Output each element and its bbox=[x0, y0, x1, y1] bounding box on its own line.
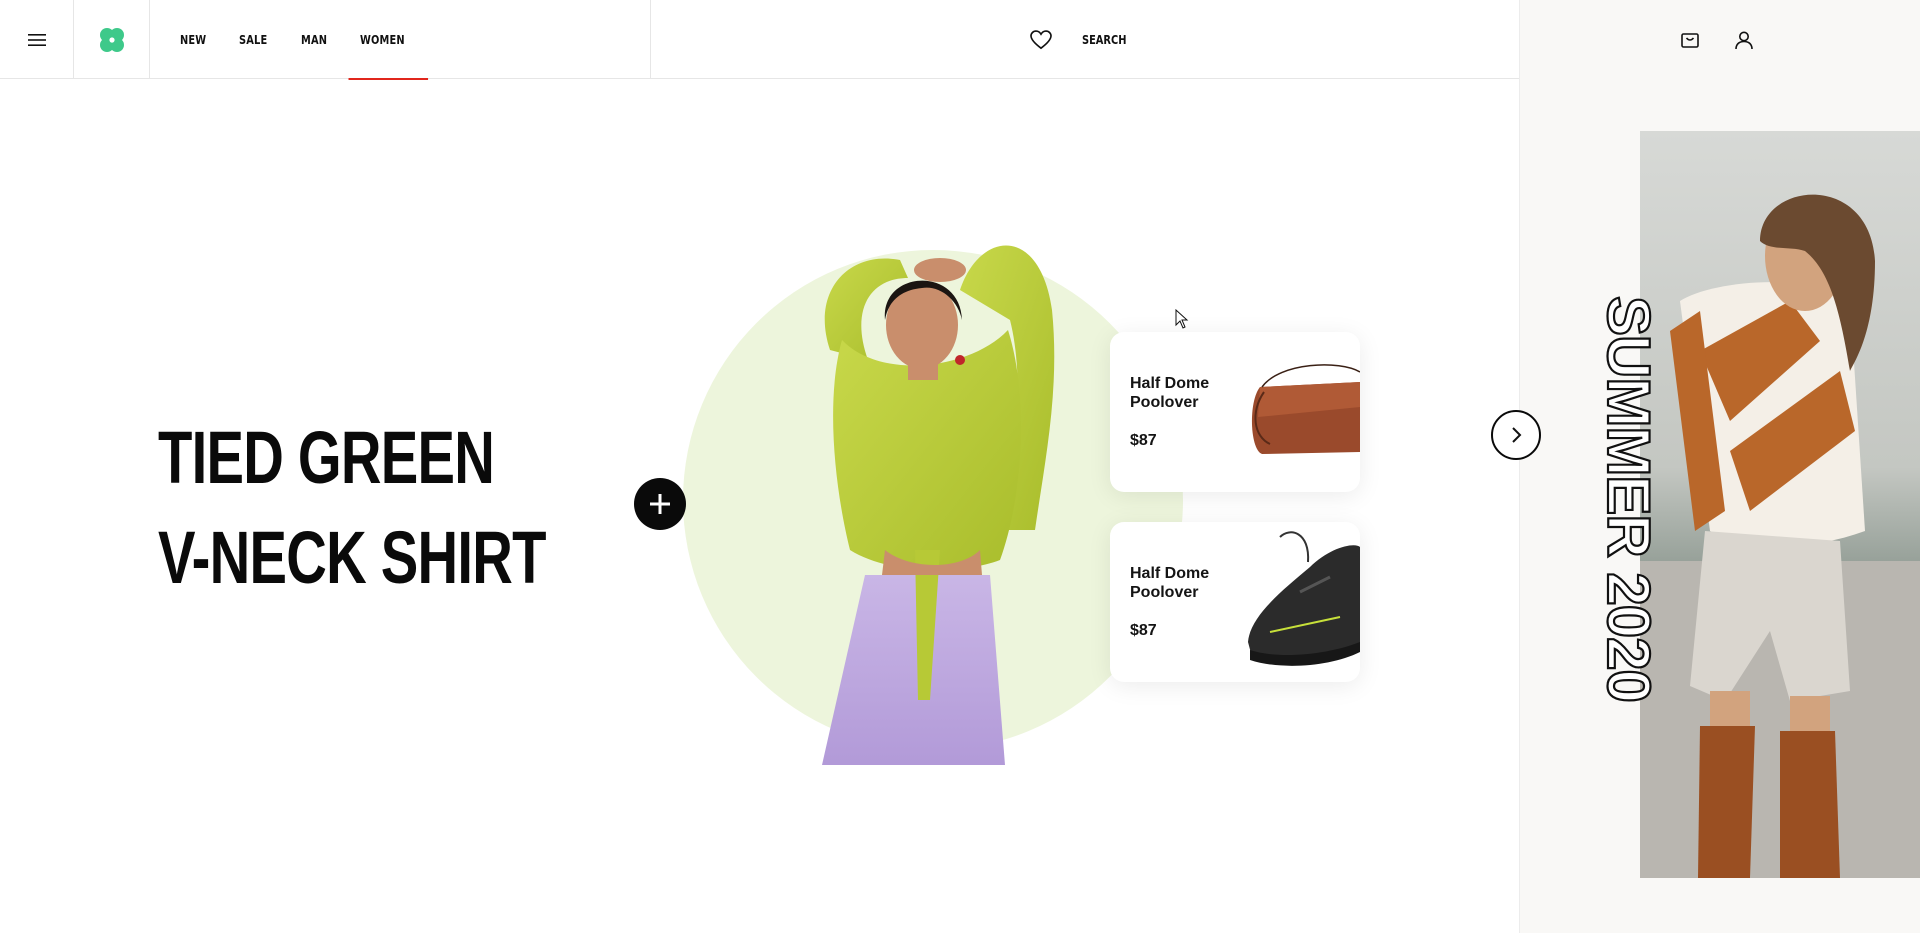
summer-2020-banner: SUMMER 2020 bbox=[1594, 296, 1663, 703]
hamburger-menu-icon bbox=[27, 33, 46, 46]
nav-item-man[interactable]: MAN bbox=[301, 0, 327, 79]
wishlist-button[interactable] bbox=[1030, 29, 1052, 50]
product-title: TIED GREEN V-NECK SHIRT bbox=[158, 408, 546, 608]
nav-item-women[interactable]: WOMEN bbox=[348, 0, 427, 80]
summer-2020-text: SUMMER 2020 bbox=[1595, 296, 1662, 702]
product-title-line-2: V-NECK SHIRT bbox=[158, 516, 546, 599]
shopping-bag-icon bbox=[1681, 32, 1699, 48]
mouse-cursor-icon bbox=[1175, 309, 1189, 329]
product-name: Half Dome Poolover bbox=[1130, 375, 1210, 411]
clover-logo bbox=[99, 27, 124, 52]
product-price: $87 bbox=[1130, 432, 1157, 449]
logo-link[interactable] bbox=[74, 0, 150, 79]
product-title-line-1: TIED GREEN bbox=[158, 416, 495, 499]
model-image bbox=[822, 245, 1055, 765]
header-right-tools bbox=[1680, 0, 1754, 79]
plus-icon bbox=[650, 494, 670, 514]
product-price: $87 bbox=[1130, 622, 1157, 639]
header-center-tools: SEARCH bbox=[1030, 0, 1136, 79]
menu-button[interactable] bbox=[0, 0, 74, 79]
main-nav: NEW SALE MAN WOMEN bbox=[150, 0, 651, 80]
nav-item-new[interactable]: NEW bbox=[180, 0, 206, 79]
add-to-cart-button[interactable] bbox=[634, 478, 686, 530]
product-name: Half Dome Poolover bbox=[1130, 565, 1210, 601]
heart-icon bbox=[1030, 29, 1052, 49]
search-button[interactable]: SEARCH bbox=[1082, 33, 1126, 47]
top-header: NEW SALE MAN WOMEN SEARCH bbox=[0, 0, 1519, 80]
chevron-right-icon bbox=[1512, 427, 1522, 443]
black-sneaker-image bbox=[1248, 531, 1360, 666]
user-icon bbox=[1735, 31, 1753, 49]
cart-button[interactable] bbox=[1680, 30, 1700, 50]
product-card-2[interactable]: Half Dome Poolover $87 bbox=[1110, 522, 1360, 682]
account-button[interactable] bbox=[1734, 30, 1754, 50]
next-slide-button[interactable] bbox=[1491, 410, 1541, 460]
product-card-1[interactable]: Half Dome Poolover $87 bbox=[1110, 332, 1360, 492]
brown-bag-image bbox=[1251, 364, 1360, 454]
summer-model-photo bbox=[1640, 131, 1920, 878]
nav-item-sale[interactable]: SALE bbox=[239, 0, 267, 79]
